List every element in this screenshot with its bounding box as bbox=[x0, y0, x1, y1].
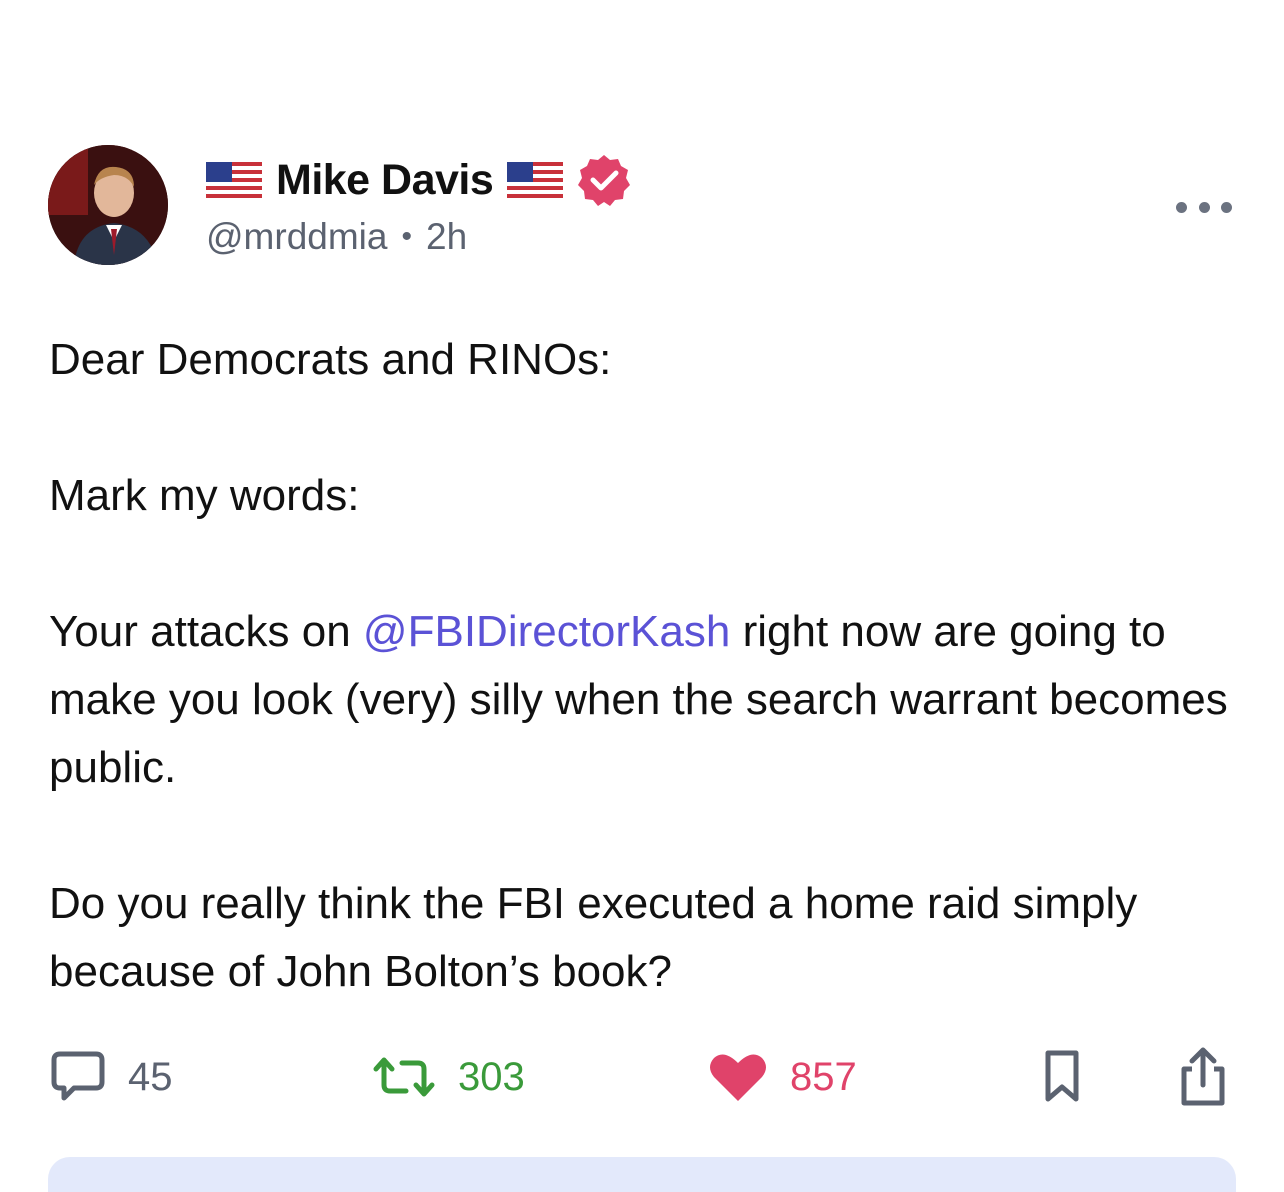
us-flag-icon bbox=[507, 162, 564, 198]
post-time[interactable]: 2h bbox=[426, 216, 467, 258]
reply-button[interactable]: 45 bbox=[50, 1042, 173, 1112]
post-text-paragraph: Your attacks on @FBIDirectorKash right n… bbox=[49, 598, 1249, 802]
mention-link[interactable]: @FBIDirectorKash bbox=[363, 607, 730, 656]
more-horizontal-icon[interactable] bbox=[1176, 195, 1232, 219]
us-flag-icon bbox=[206, 162, 262, 198]
post-text-segment: Your attacks on bbox=[49, 607, 363, 656]
avatar[interactable] bbox=[48, 145, 168, 265]
author-display-name[interactable]: Mike Davis bbox=[276, 156, 494, 205]
bookmark-button[interactable] bbox=[1040, 1042, 1084, 1112]
like-count: 857 bbox=[790, 1054, 857, 1099]
author-handle[interactable]: @mrddmia bbox=[206, 216, 387, 258]
meta-separator: • bbox=[401, 220, 412, 253]
like-button[interactable]: 857 bbox=[708, 1042, 857, 1112]
heart-icon bbox=[710, 1054, 766, 1101]
repost-button[interactable]: 303 bbox=[372, 1042, 525, 1112]
post-text-line: Mark my words: bbox=[49, 471, 360, 520]
share-button[interactable] bbox=[1176, 1042, 1230, 1112]
action-bar: 45 303 857 bbox=[0, 1042, 1284, 1112]
bookmark-icon bbox=[1045, 1050, 1079, 1102]
repost-arrows-icon bbox=[373, 1057, 435, 1097]
post-card: Mike Davis @mrddmia • 2h Dear Democrats … bbox=[0, 0, 1284, 1192]
share-icon bbox=[1181, 1047, 1225, 1106]
repost-count: 303 bbox=[458, 1054, 525, 1099]
post-text-paragraph: Do you really think the FBI executed a h… bbox=[49, 879, 1138, 996]
reply-count: 45 bbox=[128, 1054, 173, 1099]
author-meta: @mrddmia • 2h bbox=[206, 216, 467, 258]
author-name-row[interactable]: Mike Davis bbox=[206, 150, 631, 210]
embedded-card[interactable] bbox=[48, 1157, 1236, 1192]
post-text-line: Dear Democrats and RINOs: bbox=[49, 335, 612, 384]
speech-bubble-icon bbox=[51, 1051, 105, 1101]
post-body: Dear Democrats and RINOs: Mark my words:… bbox=[49, 326, 1249, 1006]
verified-badge-icon bbox=[578, 155, 631, 206]
